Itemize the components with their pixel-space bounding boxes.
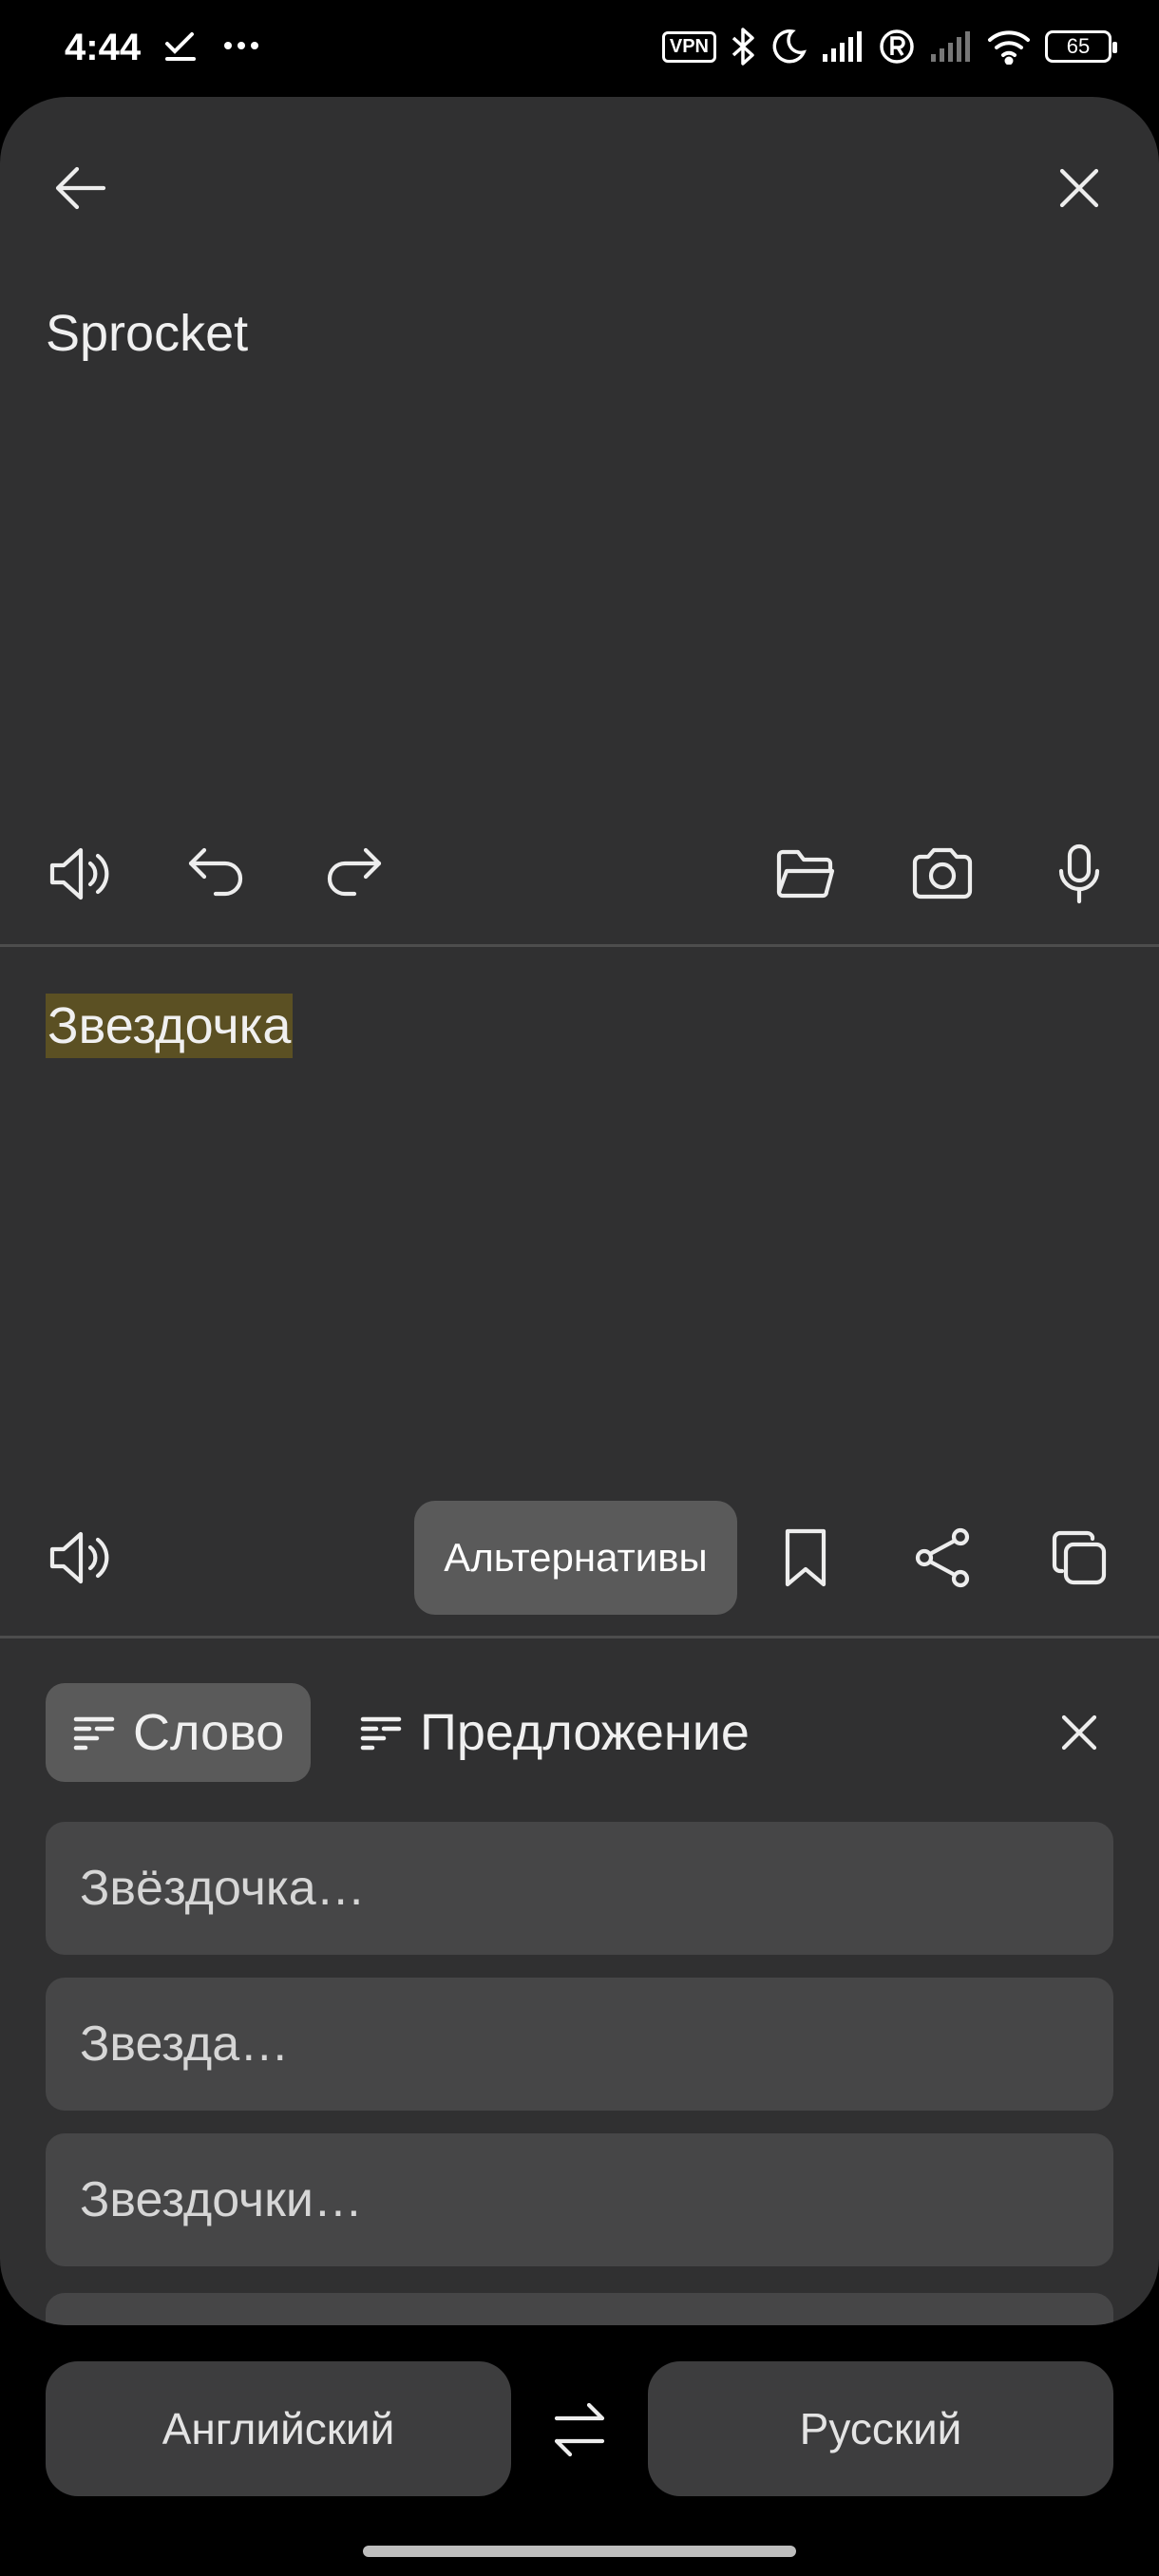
copy-icon xyxy=(1052,1530,1107,1585)
alternatives-button[interactable]: Альтернативы xyxy=(414,1501,737,1615)
source-language-button[interactable]: Английский xyxy=(46,2361,511,2496)
camera-icon xyxy=(912,847,973,900)
translation-text[interactable]: Звездочка xyxy=(46,994,294,1058)
close-icon xyxy=(1061,1714,1097,1751)
status-time: 4:44 xyxy=(65,27,142,68)
folder-icon xyxy=(776,849,835,899)
checkmark-icon xyxy=(165,32,196,61)
tab-word[interactable]: Слово xyxy=(46,1683,312,1782)
microphone-icon xyxy=(1058,843,1100,904)
speaker-icon xyxy=(49,847,109,900)
close-icon xyxy=(1059,168,1099,208)
wifi-icon xyxy=(988,30,1030,65)
moon-icon xyxy=(772,29,807,64)
more-notifications-icon xyxy=(224,42,258,49)
translator-panel: Sprocket Звездочка Альтернативы Слово Пр… xyxy=(0,97,1159,2325)
swap-arrows-icon xyxy=(554,2402,605,2457)
speak-source-button[interactable] xyxy=(46,840,114,908)
tab-word-label: Слово xyxy=(133,1704,285,1761)
bluetooth-icon xyxy=(732,28,754,66)
alternative-item[interactable]: Звёздочка… xyxy=(46,1822,1113,1955)
camera-button[interactable] xyxy=(908,840,977,908)
share-button[interactable] xyxy=(908,1524,977,1592)
status-left-icons xyxy=(163,28,260,63)
undo-button[interactable] xyxy=(182,840,251,908)
bookmark-button[interactable] xyxy=(771,1524,840,1592)
home-indicator[interactable] xyxy=(363,2546,796,2557)
alternative-item[interactable]: Звездочки… xyxy=(46,2133,1113,2266)
source-text-field[interactable]: Sprocket xyxy=(46,304,248,363)
microphone-button[interactable] xyxy=(1045,840,1113,908)
divider-alternatives xyxy=(0,1636,1159,1638)
divider-source-translation xyxy=(0,944,1159,947)
signal-icon xyxy=(823,31,862,62)
tab-sentence[interactable]: Предложение xyxy=(332,1683,776,1782)
alternative-item-partial[interactable] xyxy=(46,2293,1113,2325)
roaming-icon xyxy=(880,29,914,64)
signal-2-icon xyxy=(931,31,970,62)
open-file-button[interactable] xyxy=(771,840,840,908)
battery-level: 65 xyxy=(1066,34,1091,58)
tab-sentence-label: Предложение xyxy=(420,1704,750,1761)
copy-button[interactable] xyxy=(1045,1524,1113,1592)
text-lines-icon xyxy=(360,1716,402,1751)
arrow-left-icon xyxy=(55,166,106,210)
redo-button[interactable] xyxy=(319,840,388,908)
status-right-icons: VPN 65 xyxy=(661,27,1117,66)
swap-languages-button[interactable] xyxy=(543,2394,616,2466)
speaker-icon xyxy=(49,1531,109,1584)
status-bar: 4:44 VPN 65 xyxy=(0,0,1159,97)
close-button[interactable] xyxy=(1045,154,1113,222)
redo-icon xyxy=(327,847,382,897)
share-icon xyxy=(915,1527,970,1588)
alternative-item[interactable]: Звезда… xyxy=(46,1978,1113,2111)
close-alternatives-button[interactable] xyxy=(1045,1698,1113,1767)
battery-icon: 65 xyxy=(1045,30,1117,63)
speak-translation-button[interactable] xyxy=(46,1524,114,1592)
vpn-icon: VPN xyxy=(661,30,716,63)
bookmark-icon xyxy=(785,1528,826,1587)
short-text-icon xyxy=(73,1716,115,1751)
target-language-button[interactable]: Русский xyxy=(648,2361,1113,2496)
back-button[interactable] xyxy=(46,154,114,222)
undo-icon xyxy=(188,847,243,897)
